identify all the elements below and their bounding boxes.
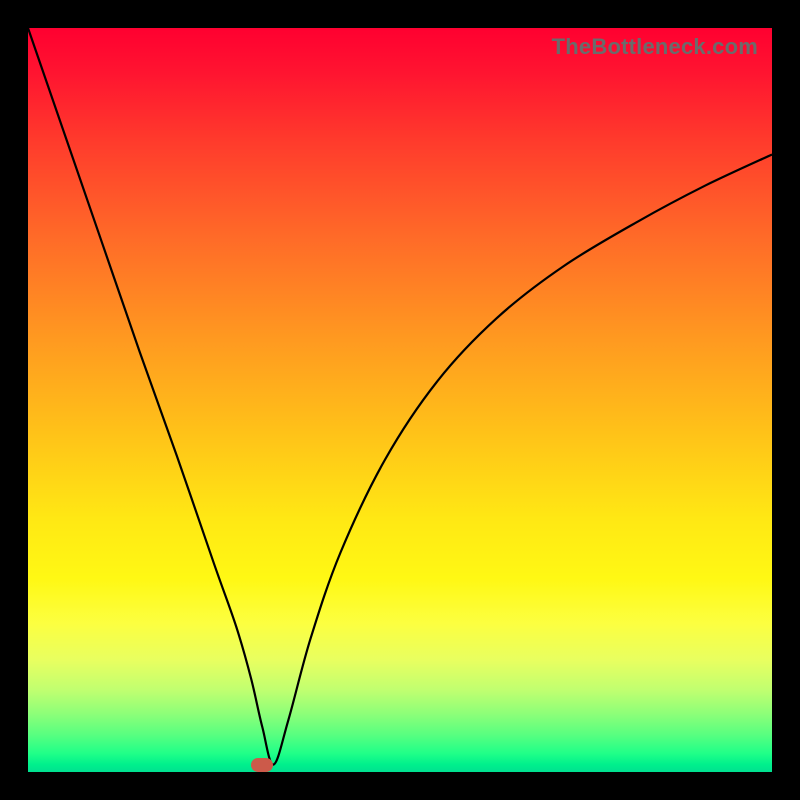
- curve-svg: [28, 28, 772, 772]
- bottleneck-curve: [28, 28, 772, 765]
- chart-frame: TheBottleneck.com: [0, 0, 800, 800]
- minimum-marker: [251, 758, 273, 772]
- plot-area: TheBottleneck.com: [28, 28, 772, 772]
